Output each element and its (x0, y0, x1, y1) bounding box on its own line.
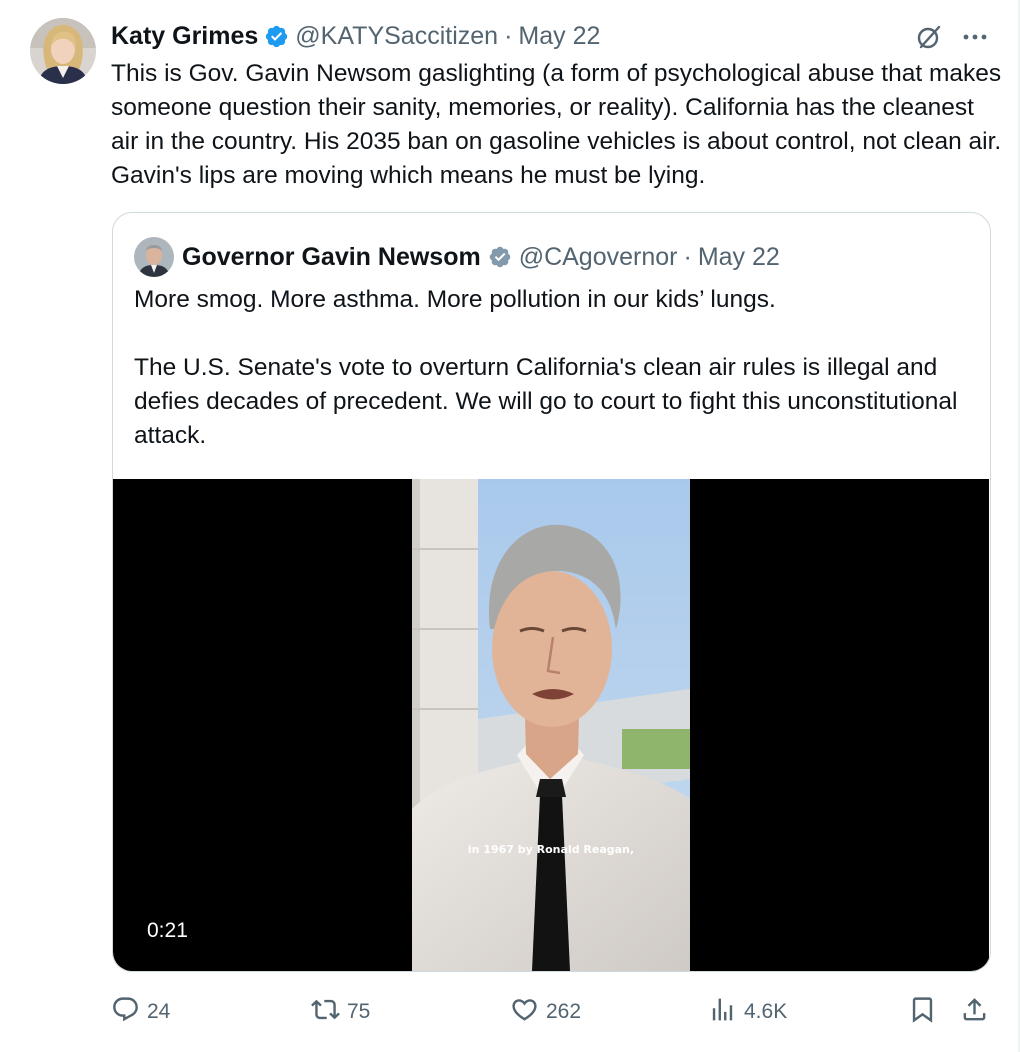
repost-icon (311, 995, 340, 1030)
quoted-text: More smog. More asthma. More pollution i… (134, 283, 974, 453)
gov-verified-badge-icon[interactable] (488, 245, 512, 269)
share-button[interactable] (960, 988, 989, 1036)
like-button[interactable]: 262 (510, 988, 581, 1036)
tweet-text: This is Gov. Gavin Newsom gaslighting (a… (111, 60, 1002, 189)
author-handle[interactable]: @KATYSaccitizen (295, 22, 498, 51)
quoted-author-name[interactable]: Governor Gavin Newsom (182, 243, 481, 272)
reply-icon (111, 995, 140, 1030)
heart-icon (510, 995, 539, 1030)
views-button[interactable]: 4.6K (708, 988, 787, 1036)
bookmark-button[interactable] (908, 988, 937, 1036)
tweet-date[interactable]: May 22 (518, 22, 600, 51)
quoted-author-avatar[interactable] (134, 237, 174, 277)
action-bar: 24 75 262 4.6K (0, 988, 1020, 1036)
quoted-date[interactable]: May 22 (698, 243, 780, 272)
reply-button[interactable]: 24 (111, 988, 170, 1036)
quoted-tweet[interactable]: Governor Gavin Newsom @CAgovernor · May … (112, 212, 991, 972)
reply-count: 24 (147, 1000, 171, 1023)
tweet[interactable]: Katy Grimes @KATYSaccitizen · May 22 Thi… (0, 0, 1020, 1052)
views-count: 4.6K (744, 1000, 788, 1023)
tweet-header: Katy Grimes @KATYSaccitizen · May 22 (111, 18, 600, 54)
verified-badge-icon[interactable] (264, 24, 289, 49)
separator-dot: · (504, 21, 513, 50)
video-frame: in 1967 by Ronald Reagan, (412, 479, 690, 971)
views-chart-icon (708, 995, 737, 1030)
repost-button[interactable]: 75 (311, 988, 370, 1036)
author-name[interactable]: Katy Grimes (111, 22, 258, 51)
video-duration: 0:21 (147, 919, 188, 942)
video-player[interactable]: in 1967 by Ronald Reagan, 0:21 (113, 479, 989, 971)
repost-count: 75 (347, 1000, 371, 1023)
quoted-header: Governor Gavin Newsom @CAgovernor · May … (182, 239, 780, 275)
share-icon (960, 995, 989, 1030)
video-caption: in 1967 by Ronald Reagan, (467, 843, 635, 856)
quoted-paragraph: The U.S. Senate's vote to overturn Calif… (134, 354, 958, 449)
separator-dot: · (683, 242, 692, 271)
grok-icon[interactable] (914, 22, 944, 52)
more-options-icon[interactable] (960, 22, 990, 52)
quoted-author-handle[interactable]: @CAgovernor (519, 243, 678, 272)
author-avatar[interactable] (30, 18, 96, 84)
like-count: 262 (546, 1000, 582, 1023)
quoted-paragraph: More smog. More asthma. More pollution i… (134, 286, 776, 313)
bookmark-icon (908, 995, 937, 1030)
